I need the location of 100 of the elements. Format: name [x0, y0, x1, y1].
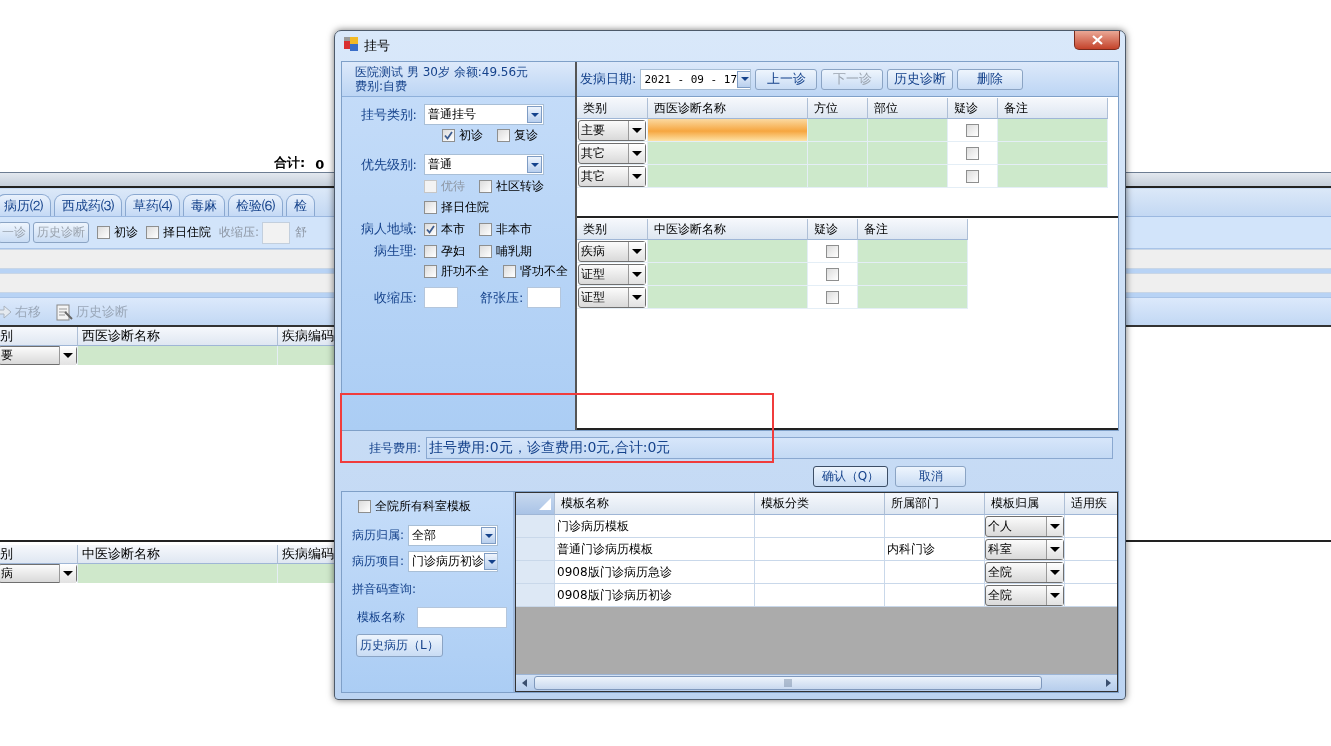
checkbox[interactable] [424, 222, 437, 236]
checkbox[interactable] [826, 244, 839, 258]
caret-icon [484, 533, 493, 538]
category-dropdown[interactable]: 全院 [985, 585, 1064, 606]
column-header: 西医诊断名称 [78, 327, 278, 346]
tab[interactable]: 检验⑹ [228, 194, 283, 216]
category-dropdown[interactable]: 其它 [578, 143, 646, 164]
date-picker[interactable]: 2021 - 09 - 17 [640, 68, 752, 90]
column-header: 疾病编码 [278, 545, 334, 564]
category-dropdown[interactable]: 主要 [578, 120, 646, 141]
total-label: 合计: [274, 154, 306, 172]
checkbox[interactable] [966, 146, 979, 160]
checkbox[interactable] [424, 265, 437, 278]
checkbox[interactable] [442, 129, 455, 142]
table-cell [278, 346, 334, 365]
caret-icon [487, 559, 496, 564]
table-cell[interactable] [648, 142, 808, 165]
registration-type-dropdown[interactable]: 普通挂号 [424, 104, 544, 125]
caret-icon [1050, 593, 1060, 598]
checkbox[interactable] [424, 201, 437, 214]
checkbox[interactable] [966, 123, 979, 137]
caret-icon [1050, 547, 1060, 552]
field-label: 模板名称 [357, 609, 405, 626]
input-field[interactable] [417, 607, 507, 628]
checkbox[interactable] [479, 180, 492, 193]
checkbox-label: 复诊 [514, 127, 538, 144]
history-records-button[interactable]: 历史病历（L） [356, 634, 443, 657]
column-header: 中医诊断名称 [78, 545, 278, 564]
toolbar-button[interactable]: 删除 [957, 68, 1024, 90]
tab[interactable]: 检 [286, 194, 315, 216]
column-header: 模板名称 [555, 493, 755, 515]
field-label: 收缩压: [372, 288, 417, 307]
field-label: 舒张压: [480, 288, 524, 307]
field-label: 病生理: [372, 242, 417, 260]
checkbox[interactable] [424, 244, 437, 258]
priority-dropdown[interactable]: 普通 [424, 154, 544, 175]
document-icon [55, 302, 73, 321]
checkbox-label: 哺乳期 [496, 242, 532, 260]
toolbar-button[interactable]: 上一诊 [755, 68, 818, 90]
category-dropdown[interactable]: 科室 [985, 539, 1064, 560]
tab[interactable]: 病历⑵ [0, 194, 51, 216]
tab[interactable]: 毒麻 [183, 194, 225, 216]
input-field[interactable] [262, 221, 291, 244]
checkbox-label: 社区转诊 [496, 178, 544, 195]
checkbox[interactable] [97, 226, 110, 239]
table-cell[interactable] [648, 240, 808, 263]
row-header [516, 561, 555, 584]
scrollbar-thumb[interactable] [534, 676, 1042, 690]
caret-icon [740, 77, 749, 81]
record-item-dropdown[interactable]: 门诊病历初诊 [408, 551, 499, 572]
toolbar-button[interactable]: 历史诊断 [887, 68, 954, 90]
category-dropdown[interactable]: 其它 [578, 166, 646, 187]
checkbox[interactable] [146, 226, 159, 239]
triangle-icon [538, 496, 552, 511]
table-cell[interactable] [648, 119, 808, 142]
caret-icon [530, 112, 539, 117]
checkbox[interactable] [479, 244, 492, 258]
close-button[interactable] [1074, 31, 1120, 50]
category-dropdown[interactable]: 证型 [578, 264, 646, 285]
checkbox[interactable] [497, 129, 510, 142]
category-dropdown[interactable]: 病 [0, 564, 77, 583]
close-icon [1091, 35, 1103, 45]
scrollbar[interactable] [516, 674, 1117, 691]
checkbox-label: 初诊 [459, 127, 483, 144]
table-cell[interactable] [648, 286, 808, 309]
total-value: 0 [315, 157, 325, 172]
category-dropdown[interactable]: 全院 [985, 562, 1064, 583]
cancel-button[interactable]: 取消 [895, 465, 966, 487]
field-label: 优先级别: [359, 155, 417, 174]
checkbox[interactable] [358, 500, 371, 513]
field-label: 收缩压: [219, 224, 260, 241]
caret-icon [1050, 524, 1060, 529]
row-header [516, 515, 555, 538]
checkbox[interactable] [826, 267, 839, 281]
arrow-right-icon [0, 304, 12, 319]
category-dropdown[interactable]: 个人 [985, 516, 1064, 537]
input-field[interactable] [424, 287, 458, 308]
table-cell[interactable] [648, 165, 808, 188]
checkbox-label: 肝功不全 [441, 263, 489, 280]
column-header: 所属部门 [885, 493, 985, 515]
table-cell [808, 165, 868, 188]
table-cell[interactable] [648, 263, 808, 286]
tab[interactable]: 西成药⑶ [54, 194, 122, 216]
checkbox[interactable] [826, 290, 839, 304]
tab[interactable]: 草药⑷ [125, 194, 180, 216]
column-header: 备注 [858, 219, 968, 240]
input-field[interactable] [527, 287, 562, 308]
category-dropdown[interactable]: 证型 [578, 287, 646, 308]
checkbox[interactable] [479, 222, 492, 236]
column-header: 别 [0, 545, 78, 564]
ownership-dropdown[interactable]: 全部 [408, 525, 499, 546]
checkbox[interactable] [503, 265, 516, 278]
checkbox[interactable] [966, 169, 979, 183]
category-dropdown[interactable]: 要 [0, 346, 77, 365]
confirm-button[interactable]: 确认（Q） [813, 465, 888, 487]
table-cell: 内科门诊 [885, 538, 985, 561]
checkbox-label: 非本市 [496, 220, 532, 238]
table-cell [808, 142, 868, 165]
caret-icon [63, 353, 73, 358]
category-dropdown[interactable]: 疾病 [578, 241, 646, 262]
